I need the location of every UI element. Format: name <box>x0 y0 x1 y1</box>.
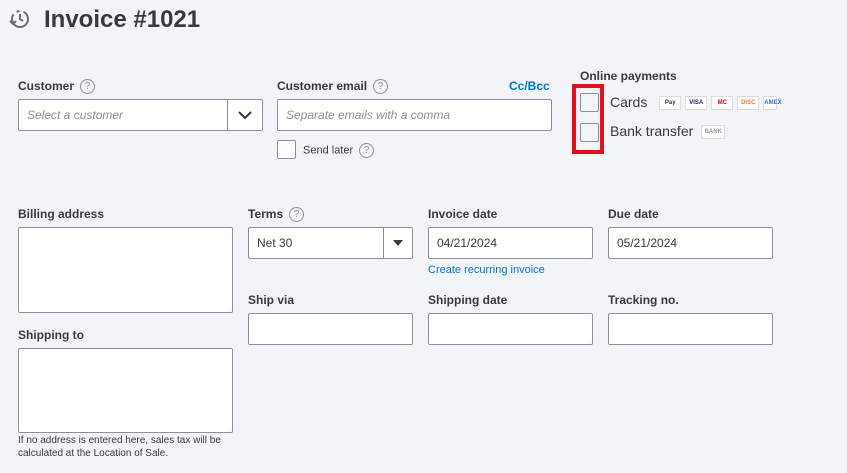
mastercard-icon: MC <box>711 96 734 111</box>
due-date-label: Due date <box>608 207 659 221</box>
email-input[interactable]: Separate emails with a comma <box>277 99 552 131</box>
terms-select[interactable]: Net 30 <box>248 227 413 259</box>
tracking-input[interactable] <box>608 313 773 345</box>
bank-row: Bank transfer BANK <box>610 123 729 140</box>
shipping-to-input[interactable] <box>18 348 233 433</box>
terms-value: Net 30 <box>257 236 293 250</box>
invoice-date-input[interactable]: 04/21/2024 <box>428 227 593 259</box>
send-later-label: Send later? <box>303 143 375 158</box>
cc-bcc-link[interactable]: Cc/Bcc <box>509 79 550 93</box>
email-label-text: Customer email <box>277 79 368 93</box>
cards-label: Cards <box>610 94 648 110</box>
bank-transfer-checkbox[interactable] <box>580 123 599 142</box>
due-date-value: 05/21/2024 <box>617 236 678 250</box>
amex-icon: AMEX <box>763 96 782 111</box>
ship-via-input[interactable] <box>248 313 413 345</box>
send-later-checkbox[interactable] <box>277 140 296 159</box>
terms-label: Terms? <box>248 207 305 223</box>
visa-icon: VISA <box>685 96 708 111</box>
page-title: Invoice #1021 <box>44 6 201 33</box>
email-placeholder: Separate emails with a comma <box>286 108 451 122</box>
help-icon[interactable]: ? <box>80 79 96 95</box>
bank-transfer-label: Bank transfer <box>610 123 694 139</box>
create-recurring-link[interactable]: Create recurring invoice <box>428 264 545 276</box>
chevron-down-icon[interactable] <box>227 100 262 130</box>
tracking-label: Tracking no. <box>608 293 679 307</box>
billing-address-input[interactable] <box>18 227 233 313</box>
customer-select[interactable]: Select a customer <box>18 99 263 131</box>
apple-pay-icon: Pay <box>659 96 682 111</box>
help-icon[interactable]: ? <box>289 207 305 223</box>
billing-label: Billing address <box>18 207 105 221</box>
caret-down-icon[interactable] <box>383 228 412 258</box>
shipping-date-label: Shipping date <box>428 293 508 307</box>
terms-label-text: Terms <box>248 207 284 221</box>
cards-row: Cards Pay VISA MC DISC AMEX <box>610 94 782 111</box>
customer-placeholder: Select a customer <box>27 108 124 122</box>
help-icon[interactable]: ? <box>359 143 375 158</box>
history-icon[interactable] <box>8 8 30 30</box>
shipping-date-input[interactable] <box>428 313 593 345</box>
online-payments-title: Online payments <box>580 69 677 83</box>
invoice-date-value: 04/21/2024 <box>437 236 498 250</box>
cards-checkbox[interactable] <box>580 93 599 112</box>
due-date-input[interactable]: 05/21/2024 <box>608 227 773 259</box>
send-later-text: Send later <box>303 144 354 157</box>
ship-via-label: Ship via <box>248 293 295 307</box>
shipping-note: If no address is entered here, sales tax… <box>18 435 221 459</box>
help-icon[interactable]: ? <box>373 79 389 95</box>
discover-icon: DISC <box>737 96 760 111</box>
customer-label-text: Customer <box>18 79 75 93</box>
shipping-to-label: Shipping to <box>18 328 84 342</box>
invoice-date-label: Invoice date <box>428 207 498 221</box>
email-label: Customer email? <box>277 79 389 95</box>
customer-label: Customer? <box>18 79 96 95</box>
bank-icon: BANK <box>701 125 726 140</box>
